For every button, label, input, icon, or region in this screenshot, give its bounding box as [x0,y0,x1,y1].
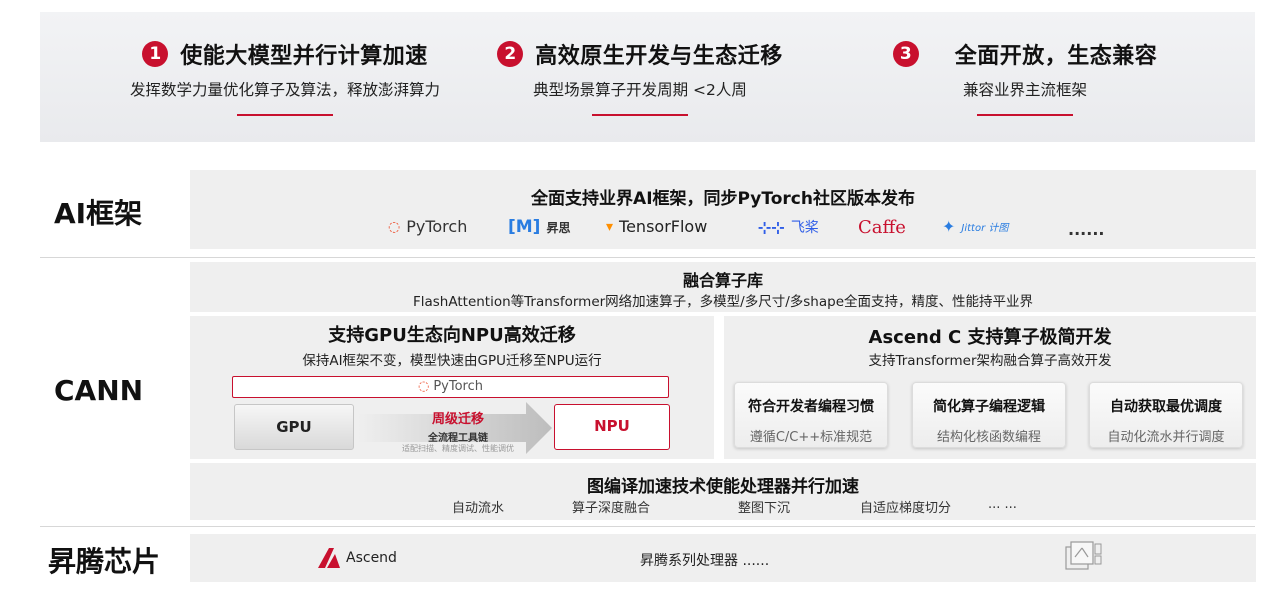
gpu-migration-panel: 支持GPU生态向NPU高效迁移 保持AI框架不变，模型快速由GPU迁移至NPU运… [190,316,714,459]
graph-compile-panel: 图编译加速技术使能处理器并行加速 自动流水 算子深度融合 整图下沉 自适应梯度切… [190,463,1256,520]
number-badge-1: 1 [142,41,169,67]
pillar-3-title: 全面开放，生态兼容 [954,44,1158,69]
ai-framework-title: 全面支持业界AI框架，同步PyTorch社区版本发布 [531,189,915,209]
pytorch-framework-bar: ◌ PyTorch [232,376,669,398]
pillar-2-subtitle: 典型场景算子开发周期 <2人周 [533,81,747,99]
pillar-3: 3 全面开放，生态兼容 兼容业界主流框架 [870,34,1180,116]
pillar-2-title: 高效原生开发与生态迁移 [535,44,783,69]
toolchain-label: 全流程工具链 [428,433,488,444]
pillar-2: 2 高效原生开发与生态迁移 典型场景算子开发周期 <2人周 [470,34,810,116]
framework-mindspore: [M] 昇思 [508,217,571,237]
gpu-migration-title: 支持GPU生态向NPU高效迁移 [328,325,576,346]
tensorflow-icon: ▾ [606,218,614,235]
mindspore-logo: [M] [508,217,541,237]
pillar-3-subtitle: 兼容业界主流框架 [962,81,1087,99]
fusion-operator-panel: 融合算子库 FlashAttention等Transformer网络加速算子，多… [190,262,1256,312]
graph-tag: ... ... [988,497,1017,512]
row-label-ai-framework: AI框架 [54,197,143,230]
chip-panel: Ascend 昇腾系列处理器 ...... [190,534,1256,582]
processor-chip-icon [1065,541,1102,570]
gpu-box: GPU [234,404,354,450]
feature-card-auto-schedule: 自动获取最优调度 自动化流水并行调度 [1089,382,1243,448]
pillar-1-subtitle: 发挥数学力量优化算子及算法，释放澎湃算力 [129,81,440,99]
toolchain-features: 适配扫描、精度调试、性能调优 [402,444,514,453]
pillar-1: 1 使能大模型并行计算加速 发挥数学力量优化算子及算法，释放澎湃算力 [70,34,500,116]
separator [40,526,1255,527]
number-badge-2: 2 [497,41,524,67]
graph-tag: 整图下沉 [738,501,791,516]
graph-tag: 算子深度融合 [572,501,651,516]
pillar-1-title: 使能大模型并行计算加速 [180,44,428,69]
value-banner: 1 使能大模型并行计算加速 发挥数学力量优化算子及算法，释放澎湃算力 2 高效原… [40,12,1255,142]
ascend-logo-icon [318,548,340,568]
graph-tag: 自适应梯度切分 [860,501,952,516]
jittor-icon: ✦ [942,217,956,236]
ascend-c-title: Ascend C 支持算子极简开发 [868,327,1112,348]
separator [40,257,1255,258]
row-label-cann: CANN [54,374,144,407]
gpu-migration-desc: 保持AI框架不变，模型快速由GPU迁移至NPU运行 [302,353,602,369]
ai-framework-panel: 全面支持业界AI框架，同步PyTorch社区版本发布 ◌ PyTorch [M]… [190,170,1256,249]
pillar-1-underline [237,114,333,116]
fusion-operator-desc: FlashAttention等Transformer网络加速算子，多模型/多尺寸… [412,294,1034,310]
fusion-operator-title: 融合算子库 [682,271,763,290]
pytorch-flame-icon: ◌ [417,379,430,394]
npu-box: NPU [554,404,670,450]
chip-series-desc: 昇腾系列处理器 ...... [640,553,770,569]
feature-card-simplify-logic: 简化算子编程逻辑 结构化核函数编程 [912,382,1066,448]
number-badge-3: 3 [892,41,919,67]
framework-pytorch: ◌ PyTorch [388,217,468,236]
ascend-brand: Ascend [318,548,397,568]
framework-more: ...... [1068,220,1105,239]
pytorch-flame-icon: ◌ [388,218,401,235]
framework-paddle: ⊹⊹ 飞桨 [758,217,819,237]
pillar-2-underline [592,114,688,116]
framework-caffe: Caffe [858,217,906,238]
row-label-chip: 昇腾芯片 [48,545,161,578]
pillar-3-underline [977,114,1073,116]
graph-tag: 自动流水 [452,501,505,516]
migration-cycle-label: 周级迁移 [431,412,484,427]
framework-tensorflow: ▾ TensorFlow [606,217,708,236]
framework-jittor: ✦ Jittor 计图 [942,217,1009,236]
paddle-logo-icon: ⊹⊹ [758,217,785,237]
ascend-c-desc: 支持Transformer架构融合算子高效开发 [868,353,1112,369]
feature-card-dev-habit: 符合开发者编程习惯 遵循C/C++标准规范 [734,382,888,448]
graph-compile-title: 图编译加速技术使能处理器并行加速 [587,477,859,497]
ascend-c-panel: Ascend C 支持算子极简开发 支持Transformer架构融合算子高效开… [724,316,1256,459]
